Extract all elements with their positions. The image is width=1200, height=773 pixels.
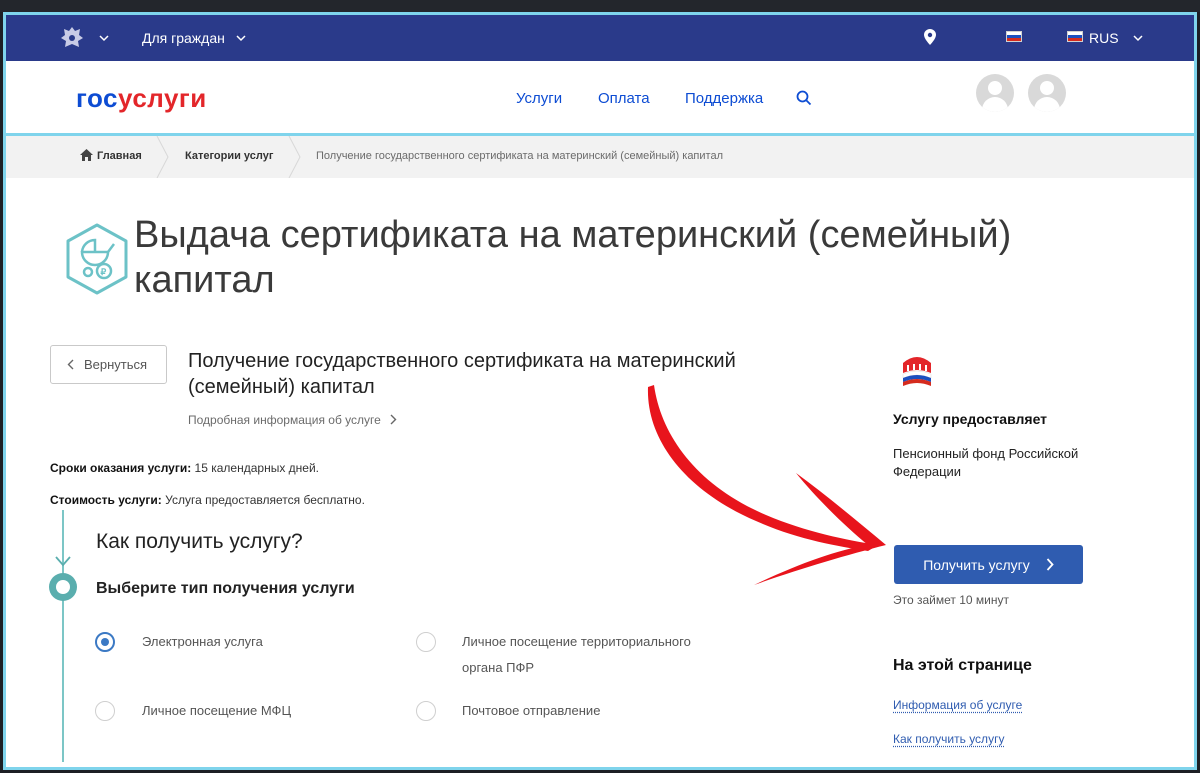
nav-support[interactable]: Поддержка — [685, 90, 763, 107]
window-top-strip — [0, 0, 1200, 12]
choose-type-title: Выберите тип получения услуги — [96, 580, 355, 597]
arrow-down-icon — [55, 556, 71, 567]
language-selector[interactable]: RUS — [1089, 30, 1119, 46]
chevron-down-icon[interactable] — [99, 33, 109, 43]
option-post-label[interactable]: Почтовое отправление — [462, 698, 600, 724]
home-icon[interactable] — [80, 149, 93, 161]
cost-value: Услуга предоставляется бесплатно. — [165, 493, 365, 507]
back-button-label: Вернуться — [84, 357, 148, 372]
breadcrumb-current: Получение государственного сертификата н… — [316, 150, 723, 162]
more-info-link[interactable]: Подробная информация об услуге — [188, 413, 397, 427]
avatar[interactable] — [976, 74, 1014, 112]
baby-carriage-icon: ₽ — [66, 223, 128, 295]
duration-note: Это займет 10 минут — [893, 593, 1009, 607]
russian-flag-icon[interactable] — [1006, 31, 1022, 42]
russian-flag-icon[interactable] — [1067, 31, 1083, 42]
deadline-label: Сроки оказания услуги: — [50, 461, 192, 475]
page-title: Выдача сертификата на материнский (семей… — [134, 214, 1012, 301]
breadcrumb-separator — [156, 136, 169, 178]
cost-info: Стоимость услуги: Услуга предоставляется… — [50, 493, 365, 507]
provider-heading: Услугу предоставляет — [893, 411, 1048, 427]
get-service-button[interactable]: Получить услугу — [894, 545, 1083, 584]
breadcrumb-separator — [288, 136, 301, 178]
back-button[interactable]: Вернуться — [50, 345, 167, 384]
deadline-info: Сроки оказания услуги: 15 календарных дн… — [50, 461, 319, 475]
option-mfc-visit-label[interactable]: Личное посещение МФЦ — [142, 698, 291, 724]
site-header: госуслуги Услуги Оплата Поддержка — [6, 61, 1194, 136]
cost-label: Стоимость услуги: — [50, 493, 162, 507]
deadline-value: 15 календарных дней. — [194, 461, 319, 475]
svg-text:₽: ₽ — [101, 267, 107, 277]
search-icon[interactable] — [796, 90, 812, 106]
get-service-label: Получить услугу — [923, 556, 1030, 573]
chevron-right-icon — [390, 414, 397, 425]
radio-mfc-visit[interactable] — [95, 701, 115, 721]
top-bar: Для граждан RUS — [6, 15, 1194, 61]
for-citizens-menu[interactable]: Для граждан — [142, 30, 225, 46]
step-marker — [49, 573, 77, 601]
chevron-right-icon — [1046, 558, 1054, 571]
nav-services[interactable]: Услуги — [516, 90, 562, 107]
link-how-to-get[interactable]: Как получить услугу — [893, 732, 1004, 746]
nav-payment[interactable]: Оплата — [598, 90, 650, 107]
location-pin-icon[interactable] — [924, 29, 936, 45]
gosuslugi-logo[interactable]: госуслуги — [76, 83, 207, 114]
chevron-down-icon[interactable] — [236, 33, 246, 43]
breadcrumb-categories[interactable]: Категории услуг — [185, 150, 273, 162]
radio-electronic[interactable] — [95, 632, 115, 652]
radio-post[interactable] — [416, 701, 436, 721]
breadcrumb-home[interactable]: Главная — [97, 150, 142, 162]
radio-pfr-visit[interactable] — [416, 632, 436, 652]
chevron-left-icon — [67, 359, 74, 370]
service-title: Получение государственного сертификата н… — [188, 350, 736, 398]
pfr-logo-icon — [902, 357, 932, 386]
on-page-heading: На этой странице — [893, 657, 1032, 674]
option-pfr-visit-label[interactable]: Личное посещение территориального органа… — [462, 629, 727, 681]
provider-name: Пенсионный фонд Российской Федерации — [893, 446, 1079, 479]
chevron-down-icon[interactable] — [1133, 33, 1143, 43]
browser-page: Для граждан RUS госуслуги Услуги Оплата … — [3, 12, 1197, 770]
russian-emblem-icon[interactable] — [58, 24, 86, 52]
avatar[interactable] — [1028, 74, 1066, 112]
steps-timeline — [62, 510, 64, 762]
how-to-get-title: Как получить услугу? — [96, 530, 303, 553]
screenshot-frame: Для граждан RUS госуслуги Услуги Оплата … — [0, 0, 1200, 773]
breadcrumb: Главная Категории услуг Получение госуда… — [6, 136, 1194, 178]
option-electronic-label[interactable]: Электронная услуга — [142, 629, 263, 655]
link-service-info[interactable]: Информация об услуге — [893, 698, 1022, 712]
